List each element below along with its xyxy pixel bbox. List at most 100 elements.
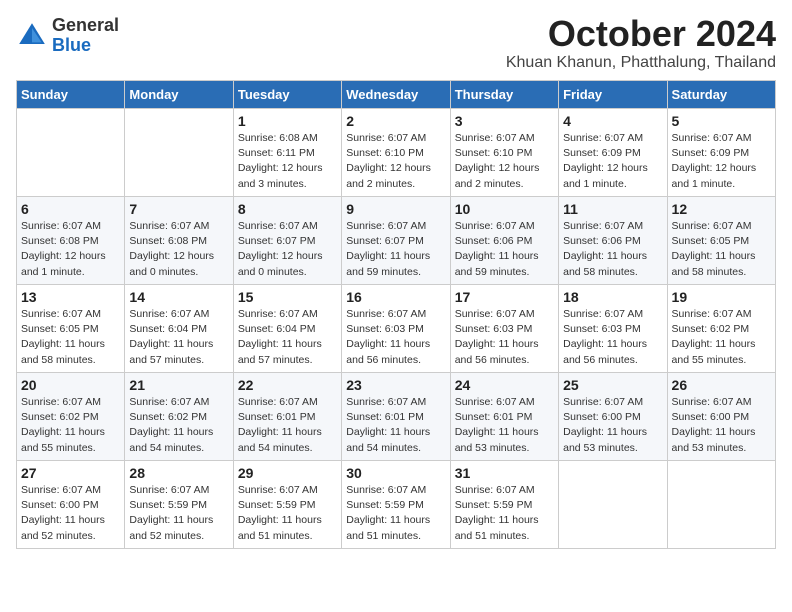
day-detail: Sunrise: 6:08 AMSunset: 6:11 PMDaylight:… (238, 131, 337, 192)
week-row-4: 27Sunrise: 6:07 AMSunset: 6:00 PMDayligh… (17, 461, 776, 549)
calendar-cell: 21Sunrise: 6:07 AMSunset: 6:02 PMDayligh… (125, 373, 233, 461)
week-row-2: 13 Sunrise: 6:07 AMSunset: 6:05 PMDayligh… (17, 285, 776, 373)
calendar-cell: 15Sunrise: 6:07 AMSunset: 6:04 PMDayligh… (233, 285, 341, 373)
calendar-table: Sunday Monday Tuesday Wednesday Thursday… (16, 80, 776, 549)
day-detail: Sunrise: 6:07 AMSunset: 6:04 PMDaylight:… (129, 307, 228, 368)
calendar-cell: 11Sunrise: 6:07 AMSunset: 6:06 PMDayligh… (559, 197, 667, 285)
header-row: Sunday Monday Tuesday Wednesday Thursday… (17, 81, 776, 109)
calendar-cell: 26Sunrise: 6:07 AMSunset: 6:00 PMDayligh… (667, 373, 775, 461)
day-number: 18 (563, 289, 662, 305)
day-number: 29 (238, 465, 337, 481)
day-detail: Sunrise: 6:07 AMSunset: 6:03 PMDaylight:… (563, 307, 662, 368)
calendar-cell: 14 Sunrise: 6:07 AMSunset: 6:04 PMDayligh… (125, 285, 233, 373)
day-number: 5 (672, 113, 771, 129)
calendar-cell: 20Sunrise: 6:07 AMSunset: 6:02 PMDayligh… (17, 373, 125, 461)
calendar-cell (667, 461, 775, 549)
calendar-header: Sunday Monday Tuesday Wednesday Thursday… (17, 81, 776, 109)
day-detail: Sunrise: 6:07 AMSunset: 6:01 PMDaylight:… (455, 395, 554, 456)
calendar-cell: 17 Sunrise: 6:07 AMSunset: 6:03 PMDayligh… (450, 285, 558, 373)
calendar-cell (17, 109, 125, 197)
day-number: 12 (672, 201, 771, 217)
week-row-0: 1 Sunrise: 6:08 AMSunset: 6:11 PMDaylight… (17, 109, 776, 197)
calendar-cell: 16 Sunrise: 6:07 AMSunset: 6:03 PMDayligh… (342, 285, 450, 373)
calendar-body: 1 Sunrise: 6:08 AMSunset: 6:11 PMDaylight… (17, 109, 776, 549)
day-number: 26 (672, 377, 771, 393)
page-header: General Blue October 2024 Khuan Khanun, … (16, 16, 776, 72)
calendar-cell: 7 Sunrise: 6:07 AMSunset: 6:08 PMDaylight… (125, 197, 233, 285)
logo-blue-text: Blue (52, 36, 119, 56)
calendar-cell (125, 109, 233, 197)
day-number: 20 (21, 377, 120, 393)
title-block: October 2024 Khuan Khanun, Phatthalung, … (506, 16, 776, 72)
day-number: 25 (563, 377, 662, 393)
col-monday: Monday (125, 81, 233, 109)
calendar-cell: 10 Sunrise: 6:07 AMSunset: 6:06 PMDayligh… (450, 197, 558, 285)
day-number: 17 (455, 289, 554, 305)
day-detail: Sunrise: 6:07 AMSunset: 6:00 PMDaylight:… (563, 395, 662, 456)
calendar-cell (559, 461, 667, 549)
day-number: 9 (346, 201, 445, 217)
day-number: 16 (346, 289, 445, 305)
day-number: 3 (455, 113, 554, 129)
calendar-cell: 18 Sunrise: 6:07 AMSunset: 6:03 PMDayligh… (559, 285, 667, 373)
day-number: 19 (672, 289, 771, 305)
day-number: 13 (21, 289, 120, 305)
day-detail: Sunrise: 6:07 AMSunset: 6:10 PMDaylight:… (455, 131, 554, 192)
day-number: 11 (563, 201, 662, 217)
calendar-cell: 28 Sunrise: 6:07 AMSunset: 5:59 PMDayligh… (125, 461, 233, 549)
col-sunday: Sunday (17, 81, 125, 109)
logo: General Blue (16, 16, 119, 56)
day-detail: Sunrise: 6:07 AMSunset: 5:59 PMDaylight:… (129, 483, 228, 544)
day-number: 24 (455, 377, 554, 393)
day-detail: Sunrise: 6:07 AMSunset: 6:09 PMDaylight:… (563, 131, 662, 192)
day-detail: Sunrise: 6:07 AMSunset: 6:02 PMDaylight:… (672, 307, 771, 368)
day-detail: Sunrise: 6:07 AMSunset: 6:09 PMDaylight:… (672, 131, 771, 192)
day-detail: Sunrise: 6:07 AMSunset: 5:59 PMDaylight:… (238, 483, 337, 544)
calendar-cell: 31 Sunrise: 6:07 AMSunset: 5:59 PMDayligh… (450, 461, 558, 549)
day-detail: Sunrise: 6:07 AMSunset: 6:01 PMDaylight:… (238, 395, 337, 456)
day-number: 10 (455, 201, 554, 217)
col-wednesday: Wednesday (342, 81, 450, 109)
day-number: 14 (129, 289, 228, 305)
day-detail: Sunrise: 6:07 AMSunset: 6:01 PMDaylight:… (346, 395, 445, 456)
calendar-cell: 3 Sunrise: 6:07 AMSunset: 6:10 PMDaylight… (450, 109, 558, 197)
calendar-cell: 29 Sunrise: 6:07 AMSunset: 5:59 PMDayligh… (233, 461, 341, 549)
calendar-cell: 9 Sunrise: 6:07 AMSunset: 6:07 PMDaylight… (342, 197, 450, 285)
calendar-cell: 4 Sunrise: 6:07 AMSunset: 6:09 PMDaylight… (559, 109, 667, 197)
day-detail: Sunrise: 6:07 AMSunset: 6:05 PMDaylight:… (672, 219, 771, 280)
day-number: 28 (129, 465, 228, 481)
day-number: 4 (563, 113, 662, 129)
calendar-cell: 25 Sunrise: 6:07 AMSunset: 6:00 PMDayligh… (559, 373, 667, 461)
week-row-1: 6 Sunrise: 6:07 AMSunset: 6:08 PMDaylight… (17, 197, 776, 285)
logo-general-text: General (52, 16, 119, 36)
day-number: 31 (455, 465, 554, 481)
calendar-cell: 6Sunrise: 6:07 AMSunset: 6:08 PMDaylight… (17, 197, 125, 285)
calendar-cell: 27Sunrise: 6:07 AMSunset: 6:00 PMDayligh… (17, 461, 125, 549)
day-number: 22 (238, 377, 337, 393)
calendar-cell: 5 Sunrise: 6:07 AMSunset: 6:09 PMDaylight… (667, 109, 775, 197)
col-thursday: Thursday (450, 81, 558, 109)
day-detail: Sunrise: 6:07 AMSunset: 6:02 PMDaylight:… (129, 395, 228, 456)
location: Khuan Khanun, Phatthalung, Thailand (506, 54, 776, 72)
day-detail: Sunrise: 6:07 AMSunset: 5:59 PMDaylight:… (455, 483, 554, 544)
calendar-cell: 19 Sunrise: 6:07 AMSunset: 6:02 PMDayligh… (667, 285, 775, 373)
day-detail: Sunrise: 6:07 AMSunset: 6:06 PMDaylight:… (455, 219, 554, 280)
day-detail: Sunrise: 6:07 AMSunset: 6:07 PMDaylight:… (346, 219, 445, 280)
day-number: 7 (129, 201, 228, 217)
day-number: 8 (238, 201, 337, 217)
day-number: 6 (21, 201, 120, 217)
calendar-cell: 24 Sunrise: 6:07 AMSunset: 6:01 PMDayligh… (450, 373, 558, 461)
col-saturday: Saturday (667, 81, 775, 109)
day-number: 27 (21, 465, 120, 481)
day-number: 15 (238, 289, 337, 305)
day-detail: Sunrise: 6:07 AMSunset: 5:59 PMDaylight:… (346, 483, 445, 544)
day-detail: Sunrise: 6:07 AMSunset: 6:03 PMDaylight:… (455, 307, 554, 368)
day-detail: Sunrise: 6:07 AMSunset: 6:08 PMDaylight:… (129, 219, 228, 280)
calendar-cell: 13 Sunrise: 6:07 AMSunset: 6:05 PMDayligh… (17, 285, 125, 373)
col-tuesday: Tuesday (233, 81, 341, 109)
day-detail: Sunrise: 6:07 AMSunset: 6:07 PMDaylight:… (238, 219, 337, 280)
day-detail: Sunrise: 6:07 AMSunset: 6:03 PMDaylight:… (346, 307, 445, 368)
day-number: 1 (238, 113, 337, 129)
week-row-3: 20 Sunrise: 6:07 AMSunset: 6:02 PMDayligh… (17, 373, 776, 461)
day-detail: Sunrise: 6:07 AMSunset: 6:05 PMDaylight:… (21, 307, 120, 368)
